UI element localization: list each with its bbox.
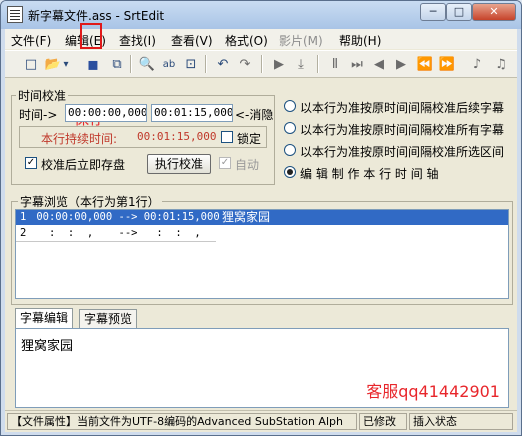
close-button[interactable]: ✕ bbox=[472, 3, 516, 21]
row-text: 狸窝家园 bbox=[222, 210, 271, 224]
end-time-input[interactable]: 00:01:15,000 bbox=[151, 104, 233, 122]
subtitle-list[interactable]: 1 00:00:00,000 --> 00:01:15,000 狸窝家园 2 :… bbox=[15, 209, 509, 299]
undo-icon[interactable]: ↶ bbox=[213, 54, 233, 74]
status-bar: 【文件属性】当前文件为UTF-8编码的Advanced SubStation A… bbox=[5, 410, 517, 432]
fast-forward-icon[interactable]: ⏩ bbox=[437, 54, 457, 74]
option-radio-1[interactable] bbox=[284, 100, 296, 112]
file-info-status: 【文件属性】当前文件为UTF-8编码的Advanced SubStation A… bbox=[7, 413, 357, 430]
duration-label: 本行持续时间: bbox=[41, 132, 118, 146]
menu-movie[interactable]: 影片(M) bbox=[279, 32, 323, 49]
option-radio-4[interactable] bbox=[284, 166, 296, 178]
menu-file[interactable]: 文件(F) bbox=[11, 32, 51, 49]
minimize-button[interactable]: ─ bbox=[420, 3, 446, 21]
option-label-3: 以本行为准按原时间间隔校准所选区间 bbox=[300, 145, 505, 159]
toolbar-separator bbox=[317, 55, 319, 73]
row-time: : : , --> : : , bbox=[30, 227, 201, 239]
app-window: 新字幕文件.ass - SrtEdit ─ □ ✕ 文件(F) 编辑(E) 查找… bbox=[0, 0, 522, 436]
hide-label: <-消隐 bbox=[235, 108, 274, 122]
toolbar-separator bbox=[261, 55, 263, 73]
option-radio-2[interactable] bbox=[284, 122, 296, 134]
menu-view[interactable]: 查看(V) bbox=[171, 32, 213, 49]
jump-icon[interactable]: ⤓ bbox=[291, 54, 311, 74]
redo-icon[interactable]: ↷ bbox=[235, 54, 255, 74]
app-icon bbox=[7, 6, 23, 23]
pause-icon[interactable]: Ⅱ bbox=[325, 54, 345, 74]
execute-calibration-button[interactable]: 执行校准 bbox=[147, 154, 211, 174]
row-time: 00:00:00,000 --> 00:01:15,000 bbox=[30, 211, 220, 223]
save-after-label: 校准后立即存盘 bbox=[41, 158, 126, 172]
toolbar-separator bbox=[205, 55, 207, 73]
option-label-1: 以本行为准按原时间间隔校准后续字幕 bbox=[300, 101, 505, 115]
editor-text: 狸窝家园 bbox=[21, 339, 74, 354]
save-icon[interactable]: ▪ bbox=[83, 54, 103, 75]
option-label-4: 编 辑 制 作 本 行 时 间 轴 bbox=[300, 167, 439, 181]
previous-icon[interactable]: ◀ bbox=[369, 54, 389, 74]
menu-format[interactable]: 格式(O) bbox=[225, 32, 268, 49]
subtitle-editor[interactable]: 狸窝家园 客服qq41442901 bbox=[15, 328, 509, 408]
list-item[interactable]: 2 : : , --> : : , bbox=[16, 226, 216, 242]
lock-checkbox[interactable] bbox=[221, 131, 233, 143]
title-bar[interactable]: 新字幕文件.ass - SrtEdit ─ □ ✕ bbox=[1, 1, 521, 29]
volume-down-icon[interactable]: ♪ bbox=[467, 54, 487, 74]
save-as-icon[interactable]: ⧉ bbox=[107, 54, 127, 74]
next-icon[interactable]: ▶ bbox=[391, 54, 411, 74]
play-icon[interactable]: ▶ bbox=[269, 54, 289, 74]
open-dropdown-icon[interactable]: ▾ bbox=[61, 54, 71, 74]
save-after-checkbox[interactable]: ✓ bbox=[25, 157, 37, 169]
insert-mode-status: 插入状态 bbox=[409, 413, 513, 430]
window-title: 新字幕文件.ass - SrtEdit bbox=[28, 9, 165, 23]
volume-up-icon[interactable]: ♫ bbox=[491, 54, 511, 74]
menu-find[interactable]: 查找(I) bbox=[119, 32, 156, 49]
toolbar: □ 📂 ▾ ▪ ⧉ 🔍 ab ⊡ ↶ ↷ ▶ ⤓ Ⅱ ⏭ ◀ ▶ ⏪ ⏩ ♪ ♫ bbox=[5, 50, 517, 78]
service-annotation: 客服qq41442901 bbox=[366, 382, 500, 401]
option-radio-3[interactable] bbox=[284, 144, 296, 156]
goto-icon[interactable]: ⊡ bbox=[181, 54, 201, 74]
toolbar-separator bbox=[130, 55, 132, 73]
auto-label: 自动 bbox=[235, 158, 260, 172]
duration-value: 00:01:15,000 bbox=[137, 130, 217, 143]
time-prefix-label: 时间-> bbox=[19, 108, 58, 122]
next-frame-icon[interactable]: ⏭ bbox=[347, 54, 367, 74]
client-area: 文件(F) 编辑(E) 查找(I) 查看(V) 格式(O) 影片(M) 帮助(H… bbox=[5, 29, 517, 432]
maximize-button[interactable]: □ bbox=[446, 3, 472, 21]
row-number: 2 bbox=[20, 227, 27, 239]
tab-subtitle-preview[interactable]: 字幕预览 bbox=[79, 309, 138, 329]
browse-legend: 字幕浏览（本行为第1行） bbox=[18, 193, 162, 210]
rewind-icon[interactable]: ⏪ bbox=[415, 54, 435, 74]
save-highlight-box bbox=[80, 23, 102, 49]
calibration-legend: 时间校准 bbox=[16, 87, 69, 104]
menu-help[interactable]: 帮助(H) bbox=[339, 32, 381, 49]
start-time-input[interactable]: 00:00:00,000 bbox=[65, 104, 147, 122]
replace-icon[interactable]: ab bbox=[159, 54, 179, 74]
row-number: 1 bbox=[20, 211, 27, 223]
tab-subtitle-edit[interactable]: 字幕编辑 bbox=[15, 308, 74, 330]
list-item[interactable]: 1 00:00:00,000 --> 00:01:15,000 狸窝家园 bbox=[16, 210, 508, 225]
option-label-2: 以本行为准按原时间间隔校准所有字幕 bbox=[300, 123, 505, 137]
open-folder-icon[interactable]: 📂 bbox=[43, 54, 63, 74]
lock-label: 锁定 bbox=[237, 132, 262, 146]
find-icon[interactable]: 🔍 bbox=[137, 54, 157, 74]
auto-checkbox[interactable]: ✓ bbox=[219, 157, 231, 169]
new-file-icon[interactable]: □ bbox=[21, 54, 41, 74]
modified-status: 已修改 bbox=[359, 413, 407, 430]
